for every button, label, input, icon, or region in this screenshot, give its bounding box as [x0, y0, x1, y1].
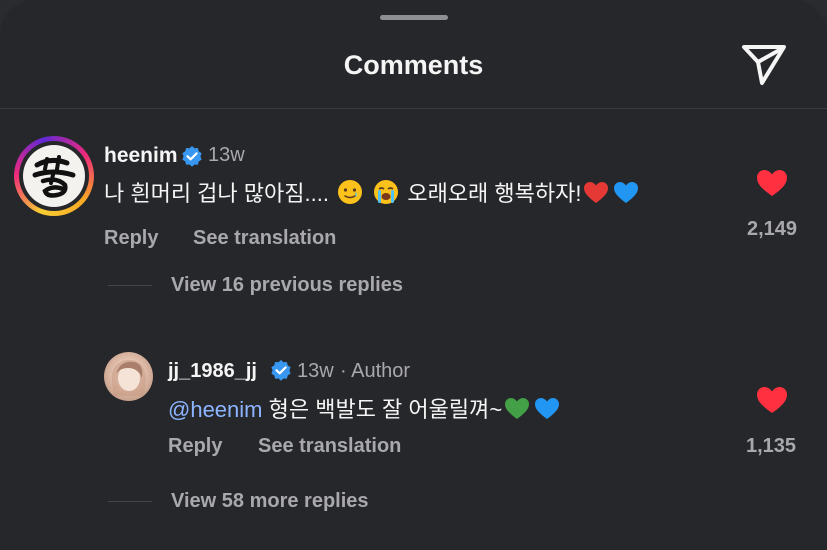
smiling-face-with-tear-icon — [338, 180, 363, 204]
see-translation-button[interactable]: See translation — [193, 227, 336, 250]
reply-button[interactable]: Reply — [168, 435, 222, 458]
comment-username[interactable]: jj_1986_jj — [168, 360, 257, 383]
reply-button[interactable]: Reply — [104, 227, 158, 250]
replies-divider — [108, 285, 152, 286]
view-previous-replies-button[interactable]: View 16 previous replies — [171, 274, 403, 297]
avatar[interactable] — [104, 352, 153, 401]
author-label: · Author — [340, 360, 411, 382]
see-translation-button[interactable]: See translation — [258, 435, 401, 458]
replies-divider — [108, 501, 152, 502]
comment-timestamp: 13w — [208, 144, 245, 166]
avatar[interactable] — [14, 136, 94, 216]
mention-link[interactable]: @heenim — [168, 397, 263, 422]
blue-heart-icon — [535, 398, 560, 419]
blue-heart-icon — [614, 182, 639, 203]
drag-handle[interactable] — [380, 15, 448, 20]
green-heart-icon — [505, 398, 530, 419]
comment-text: 나 흰머리 겁나 많아짐.... 오래오래 행복하자! — [104, 176, 641, 208]
view-more-replies-button[interactable]: View 58 more replies — [171, 490, 369, 513]
share-button[interactable] — [740, 41, 788, 87]
loudly-crying-face-icon — [374, 180, 399, 204]
comment-body: 형은 백발도 잘 어울릴껴~ — [268, 397, 503, 422]
like-count: 1,135 — [745, 435, 797, 457]
comment-username[interactable]: heenim — [104, 144, 178, 168]
like-heart-icon[interactable] — [756, 386, 788, 415]
comment-body-continued: 오래오래 행복하자! — [407, 181, 582, 206]
paper-plane-icon — [742, 45, 786, 85]
comments-sheet: Comments heenim 13w 나 흰머리 겁나 많아짐.... 오래오… — [0, 0, 827, 550]
like-count: 2,149 — [746, 218, 798, 240]
header-divider — [0, 108, 827, 109]
profile-photo-icon — [111, 359, 146, 396]
calligraphy-logo-icon — [32, 155, 76, 198]
like-heart-icon[interactable] — [756, 169, 788, 198]
comment-timestamp: 13w — [297, 360, 334, 382]
red-heart-icon — [584, 182, 609, 203]
verified-badge-icon — [271, 360, 291, 381]
page-title: Comments — [343, 50, 484, 80]
comment-text: @heenim 형은 백발도 잘 어울릴껴~ — [168, 392, 562, 424]
comment-body: 나 흰머리 겁나 많아짐.... — [104, 181, 329, 206]
verified-badge-icon — [182, 146, 202, 167]
